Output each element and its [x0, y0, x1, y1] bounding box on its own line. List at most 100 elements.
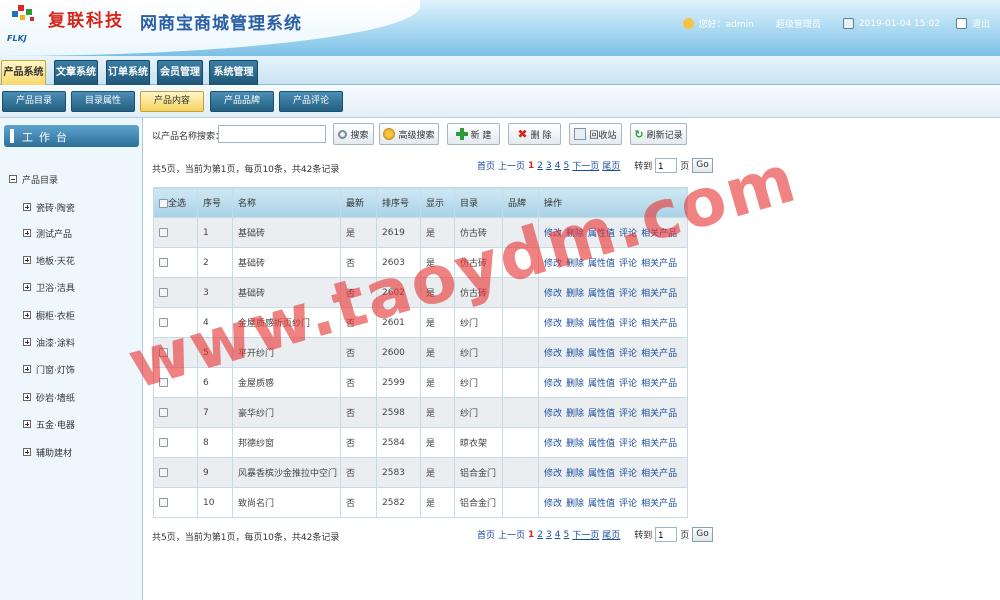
delete-button[interactable]: ✖ 删 除 — [508, 123, 561, 145]
tree-item-paint[interactable]: 油漆·涂料 — [23, 335, 75, 349]
tree-item-ceramic[interactable]: 瓷砖·陶瓷 — [23, 200, 75, 214]
edit-link[interactable]: 修改 — [544, 319, 562, 329]
related-products-link[interactable]: 相关产品 — [641, 439, 677, 449]
edit-link[interactable]: 修改 — [544, 439, 562, 449]
related-products-link[interactable]: 相关产品 — [641, 259, 677, 269]
edit-link[interactable]: 修改 — [544, 229, 562, 239]
next-page-link[interactable]: 下一页 — [572, 528, 599, 541]
reviews-link[interactable]: 评论 — [619, 289, 637, 299]
reviews-link[interactable]: 评论 — [619, 469, 637, 479]
delete-link[interactable]: 删除 — [566, 349, 584, 359]
delete-link[interactable]: 删除 — [566, 469, 584, 479]
advanced-search-button[interactable]: 高级搜索 — [379, 123, 439, 145]
tree-item-floor-ceiling[interactable]: 地板·天花 — [23, 253, 75, 267]
search-button[interactable]: 搜索 — [333, 123, 374, 145]
attribute-values-link[interactable]: 属性值 — [588, 469, 615, 479]
delete-link[interactable]: 删除 — [566, 259, 584, 269]
tab-order-system[interactable]: 订单系统 — [106, 60, 150, 85]
expand-icon[interactable] — [23, 338, 31, 346]
reviews-link[interactable]: 评论 — [619, 259, 637, 269]
expand-icon[interactable] — [23, 256, 31, 264]
row-checkbox[interactable] — [159, 377, 168, 387]
expand-icon[interactable] — [23, 365, 31, 373]
page-number-input[interactable] — [655, 527, 678, 542]
page-5-link[interactable]: 5 — [564, 161, 570, 171]
subtab-product-catalog[interactable]: 产品目录 — [2, 91, 66, 112]
subtab-catalog-attributes[interactable]: 目录属性 — [71, 91, 135, 112]
tree-item-doors-lights[interactable]: 门窗·灯饰 — [23, 362, 75, 376]
edit-link[interactable]: 修改 — [544, 409, 562, 419]
tree-item-sandstone-wallpaper[interactable]: 砂岩·墙纸 — [23, 390, 75, 404]
attribute-values-link[interactable]: 属性值 — [588, 439, 615, 449]
edit-link[interactable]: 修改 — [544, 379, 562, 389]
delete-link[interactable]: 删除 — [566, 439, 584, 449]
tree-root-product-catalog[interactable]: 产品目录 — [9, 172, 58, 186]
tab-product-system[interactable]: 产品系统 — [1, 60, 46, 85]
row-checkbox[interactable] — [159, 347, 168, 357]
attribute-values-link[interactable]: 属性值 — [588, 259, 615, 269]
reviews-link[interactable]: 评论 — [619, 319, 637, 329]
attribute-values-link[interactable]: 属性值 — [588, 379, 615, 389]
tree-item-auxiliary[interactable]: 辅助建材 — [23, 445, 72, 459]
row-checkbox[interactable] — [159, 227, 168, 237]
recycle-bin-button[interactable]: 回收站 — [569, 123, 622, 145]
edit-link[interactable]: 修改 — [544, 349, 562, 359]
select-all-header[interactable]: 全选 — [153, 187, 198, 218]
delete-link[interactable]: 删除 — [566, 379, 584, 389]
edit-link[interactable]: 修改 — [544, 289, 562, 299]
reviews-link[interactable]: 评论 — [619, 349, 637, 359]
tree-item-hardware[interactable]: 五金·电器 — [23, 417, 75, 431]
related-products-link[interactable]: 相关产品 — [641, 289, 677, 299]
reviews-link[interactable]: 评论 — [619, 409, 637, 419]
tab-member-management[interactable]: 会员管理 — [157, 60, 203, 85]
expand-icon[interactable] — [23, 203, 31, 211]
logout-link[interactable]: 退出 — [972, 17, 990, 30]
reviews-link[interactable]: 评论 — [619, 229, 637, 239]
tree-item-bathroom[interactable]: 卫浴·洁具 — [23, 280, 75, 294]
delete-link[interactable]: 删除 — [566, 319, 584, 329]
row-checkbox[interactable] — [159, 287, 168, 297]
attribute-values-link[interactable]: 属性值 — [588, 229, 615, 239]
subtab-product-content[interactable]: 产品内容 — [140, 91, 204, 112]
next-page-link[interactable]: 下一页 — [572, 159, 599, 172]
row-checkbox[interactable] — [159, 497, 168, 507]
page-2-link[interactable]: 2 — [537, 530, 543, 540]
prev-page-link[interactable]: 上一页 — [498, 159, 525, 172]
subtab-product-reviews[interactable]: 产品评论 — [279, 91, 343, 112]
attribute-values-link[interactable]: 属性值 — [588, 319, 615, 329]
reviews-link[interactable]: 评论 — [619, 439, 637, 449]
related-products-link[interactable]: 相关产品 — [641, 379, 677, 389]
subtab-product-brand[interactable]: 产品品牌 — [210, 91, 274, 112]
tab-article-system[interactable]: 文章系统 — [54, 60, 98, 85]
delete-link[interactable]: 删除 — [566, 229, 584, 239]
attribute-values-link[interactable]: 属性值 — [588, 289, 615, 299]
expand-icon[interactable] — [23, 311, 31, 319]
collapse-icon[interactable] — [9, 175, 17, 183]
row-checkbox[interactable] — [159, 257, 168, 267]
row-checkbox[interactable] — [159, 317, 168, 327]
related-products-link[interactable]: 相关产品 — [641, 499, 677, 509]
related-products-link[interactable]: 相关产品 — [641, 229, 677, 239]
page-number-input[interactable] — [655, 158, 678, 173]
first-page-link[interactable]: 首页 — [477, 528, 495, 541]
expand-icon[interactable] — [23, 448, 31, 456]
logout-icon[interactable] — [955, 18, 967, 29]
row-checkbox[interactable] — [159, 407, 168, 417]
reviews-link[interactable]: 评论 — [619, 499, 637, 509]
search-input[interactable] — [218, 125, 326, 143]
attribute-values-link[interactable]: 属性值 — [588, 499, 615, 509]
page-3-link[interactable]: 3 — [546, 530, 552, 540]
expand-icon[interactable] — [23, 283, 31, 291]
go-button[interactable]: Go — [692, 527, 713, 542]
last-page-link[interactable]: 尾页 — [602, 528, 620, 541]
related-products-link[interactable]: 相关产品 — [641, 409, 677, 419]
tree-item-test-product[interactable]: 测试产品 — [23, 226, 72, 240]
edit-link[interactable]: 修改 — [544, 259, 562, 269]
page-2-link[interactable]: 2 — [537, 161, 543, 171]
delete-link[interactable]: 删除 — [566, 289, 584, 299]
delete-link[interactable]: 删除 — [566, 499, 584, 509]
page-4-link[interactable]: 4 — [555, 161, 561, 171]
attribute-values-link[interactable]: 属性值 — [588, 409, 615, 419]
delete-link[interactable]: 删除 — [566, 409, 584, 419]
expand-icon[interactable] — [23, 229, 31, 237]
